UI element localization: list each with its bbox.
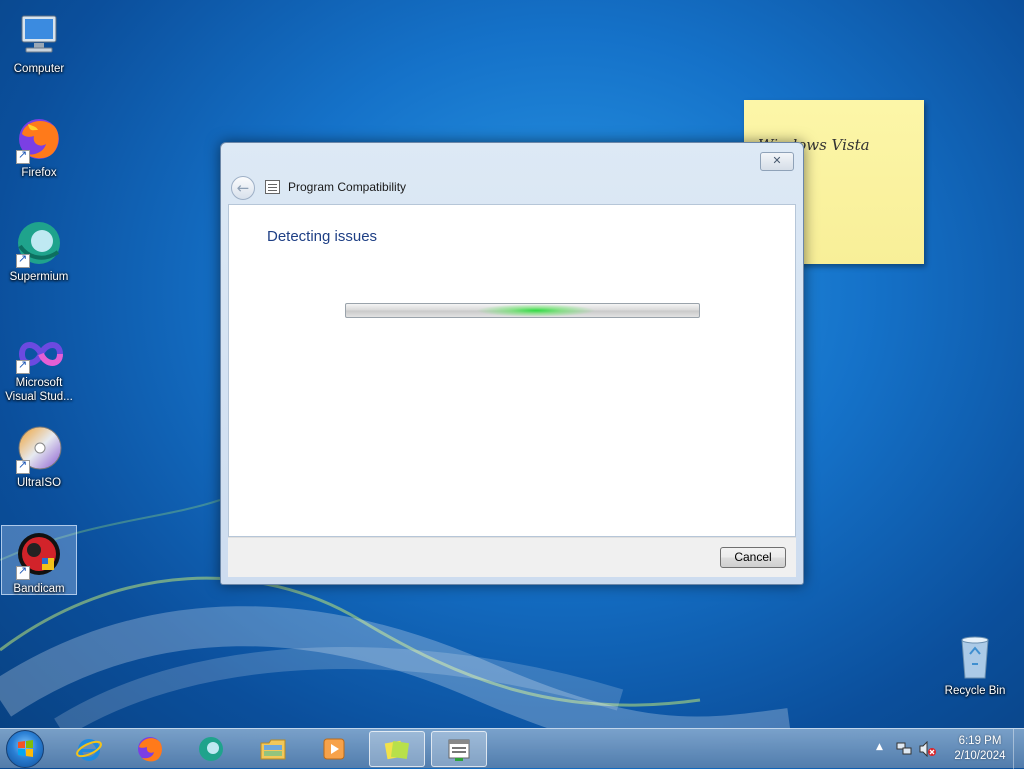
desktop-icon-label: Recycle Bin (944, 685, 1006, 697)
desktop-icon-recycle-bin[interactable]: Recycle Bin (937, 628, 1013, 698)
firefox-icon (14, 114, 64, 164)
desktop-icon-visual-studio[interactable]: Microsoft Visual Stud... (1, 330, 77, 404)
cancel-button[interactable]: Cancel (720, 547, 786, 568)
firefox-icon (138, 737, 162, 762)
taskbar-program-compatibility[interactable] (431, 731, 487, 767)
back-arrow-icon: ← (236, 179, 250, 197)
program-compatibility-icon (448, 739, 470, 761)
desktop-icon-label: Bandicam (13, 583, 65, 595)
dialog-heading: Detecting issues (267, 228, 378, 245)
desktop-icon-label: Firefox (21, 167, 57, 179)
close-button[interactable]: ✕ (760, 152, 794, 171)
shortcut-arrow-icon (16, 564, 30, 580)
desktop-icon-label: Microsoft Visual Stud... (5, 377, 73, 403)
taskbar-supermium[interactable] (184, 731, 240, 767)
internet-explorer-icon (76, 739, 102, 761)
visual-studio-icon (14, 334, 64, 374)
notification-area: ▲ 6:19 PM 2/10/2024 (864, 729, 1024, 769)
desktop-icon-bandicam[interactable]: Bandicam (1, 525, 77, 595)
computer-icon (14, 10, 64, 60)
progress-glow (476, 304, 596, 317)
desktop-icon-label: Computer (13, 63, 65, 75)
dialog-footer: Cancel (228, 537, 796, 577)
recycle-bin-icon (950, 632, 1000, 682)
clock-time: 6:19 PM (958, 735, 1002, 747)
dialog-title: Program Compatibility (288, 180, 407, 194)
file-explorer-icon (260, 739, 286, 760)
show-hidden-icons-icon[interactable]: ▲ (876, 742, 883, 752)
volume-muted-icon[interactable] (919, 741, 937, 757)
supermium-icon (199, 737, 223, 761)
taskbar-firefox[interactable] (123, 731, 179, 767)
sticky-notes-icon (384, 740, 410, 760)
shortcut-arrow-icon (16, 458, 30, 474)
desktop-icon-ultraiso[interactable]: UltraISO (1, 420, 77, 490)
ultraiso-icon (14, 424, 64, 474)
shortcut-arrow-icon (16, 252, 30, 268)
taskbar-file-explorer[interactable] (246, 731, 302, 767)
desktop-icon-computer[interactable]: Computer (1, 6, 77, 76)
bandicam-icon (14, 530, 64, 580)
desktop-icon-firefox[interactable]: Firefox (1, 110, 77, 180)
clock-date: 2/10/2024 (954, 750, 1006, 762)
windows-logo-icon (18, 740, 33, 757)
desktop-icon-label: UltraISO (16, 477, 62, 489)
progress-bar (345, 303, 700, 318)
show-desktop-button[interactable] (1013, 729, 1024, 769)
media-player-icon (323, 738, 345, 760)
taskbar-media-player[interactable] (307, 731, 363, 767)
shortcut-arrow-icon (16, 148, 30, 164)
taskbar: ▲ 6:19 PM 2/10/2024 (0, 728, 1024, 769)
shortcut-arrow-icon (16, 358, 30, 374)
back-button[interactable]: ← (231, 176, 255, 200)
start-button[interactable] (6, 730, 44, 768)
desktop-icon-label: Supermium (9, 271, 69, 283)
taskbar-internet-explorer[interactable] (62, 731, 118, 767)
program-compatibility-icon (265, 180, 280, 194)
taskbar-sticky-notes[interactable] (369, 731, 425, 767)
program-compatibility-dialog: ✕ ← Program Compatibility Detecting issu… (220, 142, 804, 585)
desktop-icon-supermium[interactable]: Supermium (1, 214, 77, 284)
clock[interactable]: 6:19 PM 2/10/2024 (944, 734, 1016, 764)
dialog-content: Detecting issues (228, 204, 796, 537)
network-icon[interactable] (896, 741, 912, 757)
supermium-icon (14, 218, 64, 268)
